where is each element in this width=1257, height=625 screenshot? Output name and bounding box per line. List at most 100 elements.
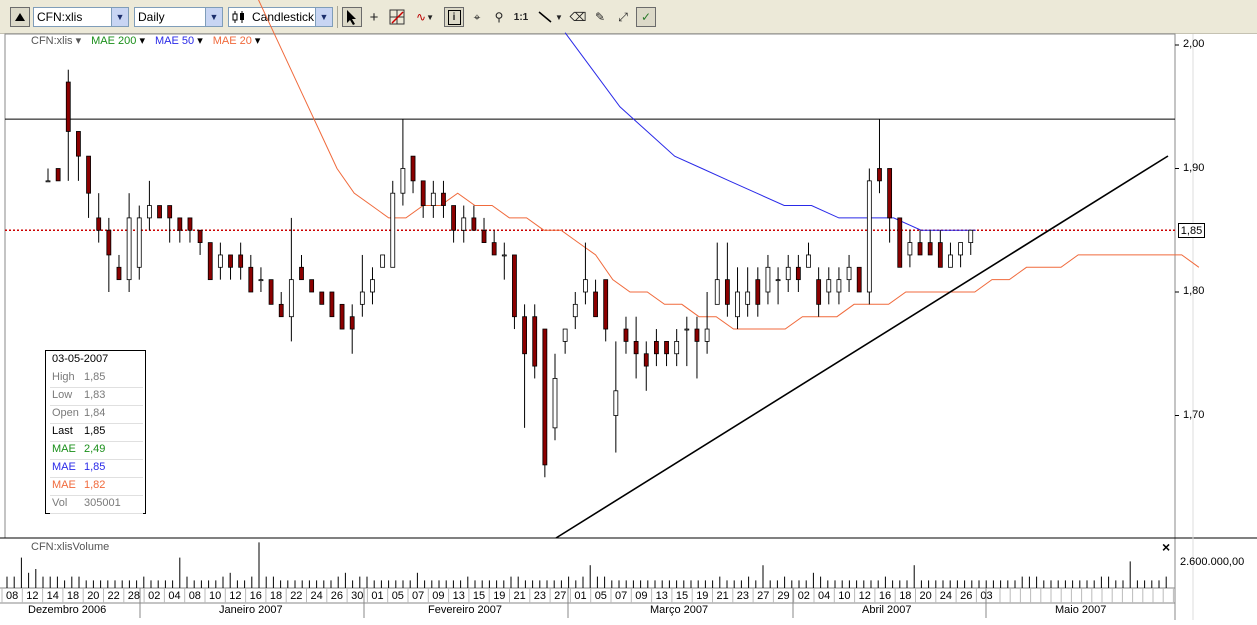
legend-mae50-label: MAE 50 (154, 35, 195, 47)
candle-up (400, 168, 406, 194)
candle-up (866, 180, 872, 293)
candle-down (664, 340, 669, 355)
candle-down (694, 328, 700, 342)
candle-down (654, 340, 659, 355)
candle-down (187, 217, 193, 231)
cursor-arrow-icon (347, 10, 356, 25)
expand-icon: ⤢ (618, 9, 628, 24)
date-tick-label: 14 (47, 590, 59, 602)
date-tick-label: 01 (574, 590, 586, 602)
date-tick-label: 22 (290, 590, 302, 602)
candle-down (76, 131, 81, 157)
eraser-button[interactable]: ⌫ (568, 7, 588, 27)
zoom-1to1-label: 1:1 (513, 11, 529, 23)
candle-down (106, 229, 112, 256)
candle-up (146, 205, 152, 219)
info-date: 03-05-2007 (52, 353, 109, 365)
toolbar-separator (337, 6, 338, 28)
date-tick-label: 29 (777, 590, 789, 602)
legend-mae20-label: MAE 20 (212, 35, 252, 47)
candle-down (471, 217, 477, 231)
info-row-label: MAE (52, 461, 76, 473)
date-tick-label: 09 (635, 590, 647, 602)
draw-tools-button[interactable]: ✎ (590, 7, 610, 27)
candle-up (562, 328, 568, 342)
close-icon[interactable]: × (1162, 539, 1170, 555)
date-tick-label: 12 (859, 590, 871, 602)
candle-up (958, 242, 963, 256)
candle-down (116, 266, 122, 281)
candle-down (55, 168, 61, 182)
date-tick-label: 07 (412, 590, 424, 602)
collapse-toolbar-button[interactable] (10, 7, 30, 27)
pointer-tool-button[interactable] (342, 7, 362, 27)
info-row: MAE 1,85 (52, 461, 147, 477)
candle-down (643, 353, 649, 367)
date-tick-label: 08 (6, 590, 18, 602)
text-tool-button[interactable]: ⌖ (467, 7, 487, 27)
legend-mae50[interactable]: MAE 50 ▾ (155, 34, 203, 48)
candle-down (349, 316, 355, 330)
period-select[interactable]: Daily ▼ (134, 7, 223, 27)
date-tick-label: 20 (920, 590, 932, 602)
date-tick-label: 20 (87, 590, 99, 602)
zoom-1to1-button[interactable]: 1:1 (511, 7, 531, 27)
month-label: Março 2007 (650, 604, 709, 616)
chevron-down-icon: ▼ (205, 8, 222, 26)
wave-icon: ∿ (416, 10, 427, 24)
legend-mae200[interactable]: MAE 200 ▾ (91, 34, 145, 48)
candle-up (735, 291, 740, 318)
current-price-marker: 1,85 (1178, 223, 1205, 238)
candle-up (948, 254, 953, 268)
symbol-select[interactable]: CFN:xlis ▼ (33, 7, 129, 27)
grid-icon (389, 9, 405, 25)
month-label: Janeiro 2007 (219, 604, 283, 616)
line-icon (538, 11, 552, 23)
candlestick-icon (232, 11, 244, 23)
indicator-menu-button[interactable]: ∿ ▼ (410, 7, 440, 27)
candle-up (684, 328, 690, 331)
info-row-separator (50, 495, 143, 496)
candle-down (724, 279, 730, 305)
candle-down (593, 291, 598, 318)
candle-down (522, 316, 527, 355)
grid-tool-button[interactable] (387, 7, 407, 27)
info-row-value: 1,85 (84, 461, 106, 473)
highlight-button[interactable]: ✓ (636, 7, 656, 27)
symbol-select-value: CFN:xlis (37, 10, 83, 24)
legend-symbol[interactable]: CFN:xlis ▾ (31, 34, 81, 48)
date-tick-label: 08 (189, 590, 201, 602)
chart-type-select[interactable]: Candlestick ▼ (228, 7, 333, 27)
price-panel-border (4, 33, 1176, 539)
info-row-label: Vol (52, 497, 68, 509)
date-tick-label: 27 (757, 590, 769, 602)
candle-up (846, 266, 852, 281)
candle-down (238, 254, 244, 268)
zoom-button[interactable]: ⚲ (489, 7, 509, 27)
candle-up (359, 291, 365, 305)
info-row-label: High (52, 371, 75, 383)
candle-down (319, 291, 325, 305)
mae50-line (564, 32, 976, 231)
candle-up (583, 279, 588, 293)
candle-up (288, 279, 294, 318)
candle-down (167, 205, 173, 219)
info-row-value: 1,85 (84, 425, 106, 437)
candle-down (491, 242, 497, 256)
period-select-value: Daily (138, 10, 165, 24)
candle-down (86, 155, 91, 194)
candle-down (937, 242, 943, 268)
crosshair-tool-button[interactable]: + (364, 7, 384, 27)
date-tick-label: 23 (534, 590, 546, 602)
price-chart[interactable]: 08 12 14 18 20 22 28 02 04 08 10 12 16 18 22 24 26 30 01 05… (0, 0, 1257, 625)
legend-mae20[interactable]: MAE 20 ▾ (213, 34, 261, 48)
date-tick-label: 28 (128, 590, 140, 602)
info-button[interactable]: i (444, 7, 464, 27)
info-row-label: Last (52, 425, 73, 437)
triangle-up-icon (15, 13, 25, 21)
candle-down (197, 229, 203, 244)
date-tick-label: 24 (940, 590, 952, 602)
fit-button[interactable]: ⤢ (613, 7, 633, 27)
price-tick-label: 2,00 (1183, 38, 1205, 50)
line-tool-button[interactable]: ▼ (534, 7, 566, 27)
